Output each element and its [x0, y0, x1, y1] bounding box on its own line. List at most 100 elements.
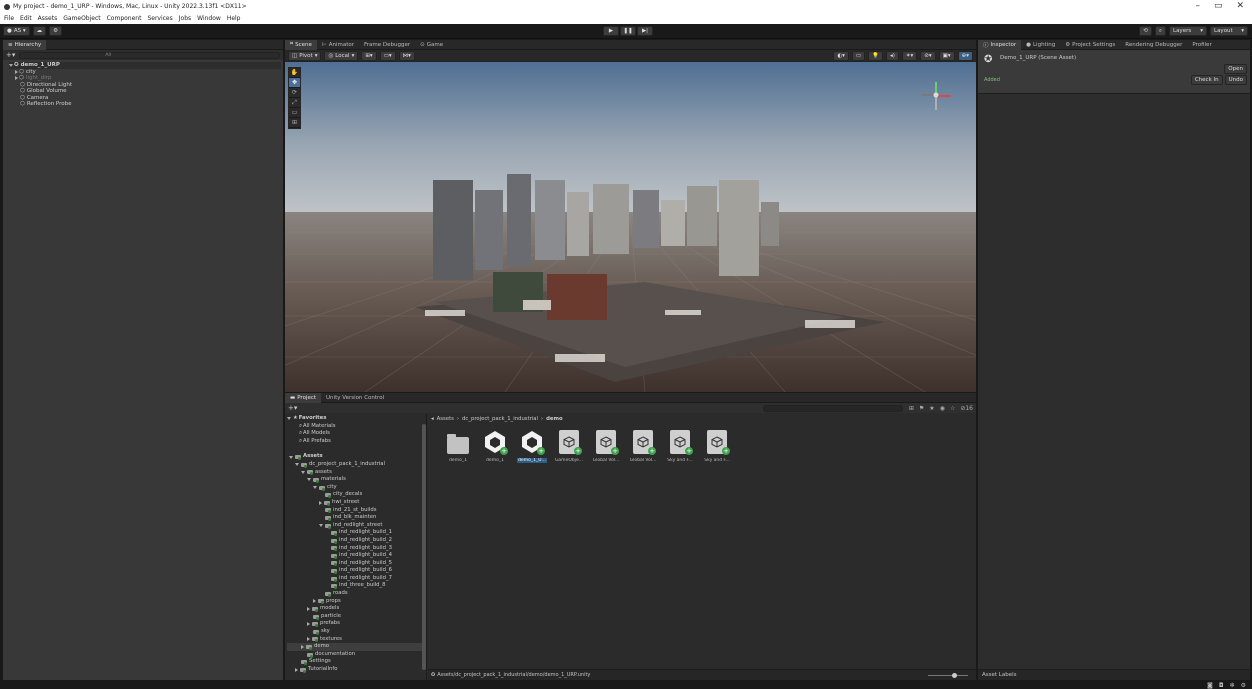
asset-item[interactable]: demo_1: [442, 429, 474, 463]
menu-assets[interactable]: Assets: [38, 15, 58, 22]
asset-item[interactable]: + demo_1: [479, 429, 511, 463]
slider-handle[interactable]: [952, 672, 957, 678]
pause-button[interactable]: ❚❚: [620, 26, 636, 36]
breadcrumb-assets[interactable]: Assets: [437, 416, 454, 422]
favorite-item[interactable]: ⌕ All Materials: [287, 423, 426, 431]
menu-services[interactable]: Services: [147, 15, 172, 22]
collab-button[interactable]: ⚙: [49, 26, 63, 36]
play-button[interactable]: ▶: [603, 26, 619, 36]
transform-tool[interactable]: ⊞: [289, 118, 300, 128]
thumbnail-size-slider[interactable]: [928, 672, 968, 678]
maximize-button[interactable]: ▭: [1214, 1, 1223, 11]
asset-item[interactable]: + Sky and F...: [664, 429, 696, 463]
asset-item[interactable]: + GameObje...: [553, 429, 585, 463]
menu-window[interactable]: Window: [197, 15, 221, 22]
tab-version-control[interactable]: Unity Version Control: [321, 393, 389, 403]
asset-item[interactable]: + demo_1_U...: [516, 429, 548, 463]
grid-snap-button[interactable]: ⊞▾: [361, 50, 377, 61]
menu-edit[interactable]: Edit: [20, 15, 32, 22]
tab-frame-debugger[interactable]: Frame Debugger: [359, 40, 415, 50]
breadcrumb-pack[interactable]: dc_project_pack_1_industrial: [462, 416, 538, 422]
audio-toggle[interactable]: ◂): [885, 50, 899, 61]
chevron-right-icon[interactable]: [307, 622, 310, 627]
folder-tree-item[interactable]: TutorialInfo: [287, 666, 426, 674]
chevron-right-icon[interactable]: [295, 667, 298, 672]
chevron-down-icon[interactable]: [301, 470, 305, 474]
chevron-right-icon[interactable]: [307, 607, 310, 612]
menu-file[interactable]: File: [4, 15, 14, 22]
tab-lighting[interactable]: ● Lighting: [1021, 40, 1060, 50]
chevron-right-icon[interactable]: [307, 637, 310, 642]
chevron-right-icon[interactable]: [15, 69, 18, 74]
settings-icon[interactable]: ⚙: [1241, 682, 1246, 689]
chevron-right-icon[interactable]: [313, 599, 316, 604]
folder-tree-item[interactable]: props: [287, 598, 426, 606]
debug-icon[interactable]: ✻: [1230, 682, 1235, 689]
progress-icon[interactable]: ◙: [1207, 682, 1213, 689]
undo-history-button[interactable]: ⟲: [1139, 26, 1152, 36]
add-button[interactable]: +▾: [6, 51, 15, 59]
chevron-down-icon[interactable]: [295, 463, 299, 467]
move-tool[interactable]: ✥: [289, 78, 300, 88]
folder-tree-item[interactable]: assets: [287, 469, 426, 477]
align-button[interactable]: ⋈▾: [398, 50, 415, 61]
folder-tree-item[interactable]: ind_redlight_build_2: [287, 537, 426, 545]
layers-dropdown[interactable]: Layers ▾: [1169, 26, 1207, 36]
folder-tree-item[interactable]: city_decals: [287, 491, 426, 499]
bookmark-icon[interactable]: ★: [929, 405, 934, 412]
2d-toggle[interactable]: ▭: [851, 50, 866, 61]
tab-project[interactable]: ▬ Project: [285, 392, 322, 403]
tab-rendering-debugger[interactable]: Rendering Debugger: [1120, 40, 1187, 50]
folder-tree-item[interactable]: ind_redlight_build_4: [287, 552, 426, 560]
folder-tree-item[interactable]: ind_redlight_street: [287, 522, 426, 530]
chevron-down-icon[interactable]: [313, 486, 317, 490]
gizmos-dropdown[interactable]: ⊕▾: [957, 50, 973, 61]
eye-icon[interactable]: ◉: [940, 405, 945, 412]
folder-tree-item[interactable]: dc_project_pack_1_industrial: [287, 461, 426, 469]
asset-item[interactable]: + Global Vol...: [627, 429, 659, 463]
chevron-down-icon[interactable]: [307, 478, 311, 482]
folder-tree-item[interactable]: demo: [287, 643, 426, 651]
star-icon[interactable]: ☆: [950, 405, 955, 412]
tree-scrollbar[interactable]: [422, 424, 426, 670]
breadcrumb-demo[interactable]: demo: [546, 416, 563, 422]
step-button[interactable]: ▶|: [637, 26, 653, 36]
folder-tree-item[interactable]: prefabs: [287, 620, 426, 628]
menu-gameobject[interactable]: GameObject: [63, 15, 100, 22]
hierarchy-item[interactable]: ⬡ Reflection Probe: [15, 101, 283, 108]
layout-dropdown[interactable]: Layout ▾: [1210, 26, 1248, 36]
search-button[interactable]: ⌕: [1154, 26, 1166, 36]
chevron-down-icon[interactable]: [319, 524, 323, 528]
open-button[interactable]: Open: [1224, 64, 1247, 74]
tab-hierarchy[interactable]: ≡ Hierarchy: [3, 39, 47, 50]
add-button[interactable]: +▾: [288, 404, 297, 412]
folder-tree-item[interactable]: ind_redlight_build_1: [287, 529, 426, 537]
folder-tree-item[interactable]: ind_three_build_8: [287, 582, 426, 590]
hidden-objects-toggle[interactable]: ⊘▾: [920, 50, 936, 61]
filter-type-icon[interactable]: ⊞: [909, 405, 914, 412]
chevron-right-icon[interactable]: [15, 76, 18, 81]
account-button[interactable]: ● AS ▾: [3, 26, 30, 36]
chevron-down-icon[interactable]: [289, 455, 293, 459]
folder-tree-item[interactable]: documentation: [287, 651, 426, 659]
favorite-item[interactable]: ⌕ All Models: [287, 430, 426, 438]
tab-animator[interactable]: ⊢ Animator: [317, 40, 359, 50]
notification-icon[interactable]: ◘: [1219, 682, 1224, 689]
tab-game[interactable]: ⊙ Game: [415, 40, 448, 50]
tab-project-settings[interactable]: ⚙ Project Settings: [1060, 40, 1120, 50]
folder-tree-item[interactable]: ind_redlight_build_7: [287, 575, 426, 583]
chevron-right-icon[interactable]: [301, 645, 304, 650]
undo-button[interactable]: Undo: [1224, 75, 1247, 85]
folder-tree-item[interactable]: models: [287, 605, 426, 613]
camera-settings-dropdown[interactable]: ▣▾: [938, 50, 955, 61]
tab-scene[interactable]: ⌗ Scene: [285, 39, 317, 50]
folder-tree-item[interactable]: ind_blk_mainten: [287, 514, 426, 522]
folder-tree-item[interactable]: Settings: [287, 658, 426, 666]
folder-tree-item[interactable]: ind_redlight_build_3: [287, 545, 426, 553]
hierarchy-search-input[interactable]: All: [19, 51, 280, 59]
effects-dropdown[interactable]: ✶▾: [901, 50, 918, 61]
rect-tool[interactable]: ▭: [289, 108, 300, 118]
folder-tree-item[interactable]: Assets: [287, 453, 426, 461]
filter-label-icon[interactable]: ⚑: [919, 405, 924, 412]
chevron-right-icon[interactable]: [319, 500, 322, 505]
